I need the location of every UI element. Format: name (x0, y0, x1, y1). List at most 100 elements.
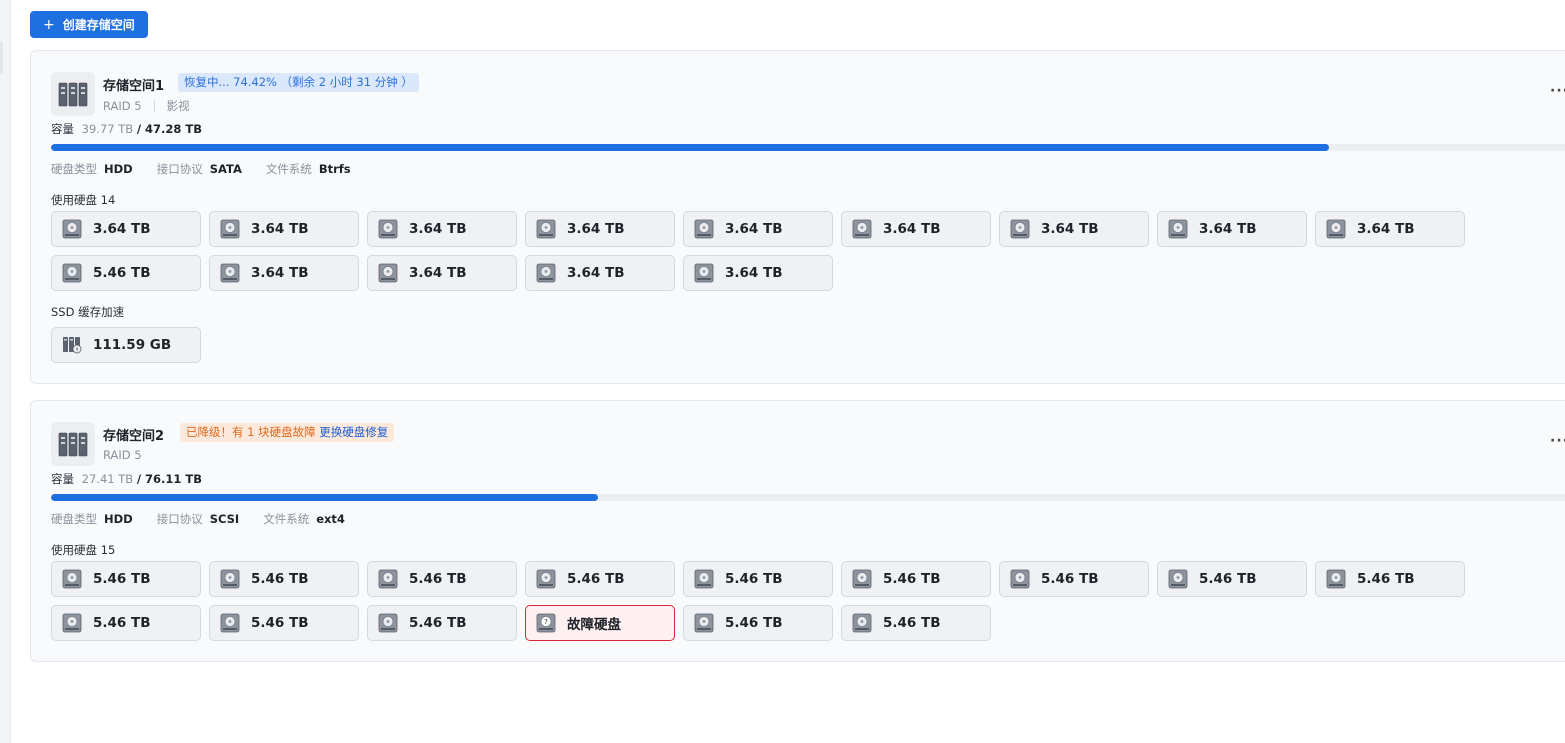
disk-item[interactable]: 5.46 TB (999, 561, 1149, 597)
disk-item[interactable]: 5.46 TB (525, 561, 675, 597)
disk-item[interactable]: 3.64 TB (51, 211, 201, 247)
pool-title: 存储空间1 (103, 79, 165, 94)
capacity-progress-bar (51, 494, 1565, 501)
disk-size-label: 3.64 TB (883, 221, 941, 237)
disk-size-label: 3.64 TB (725, 221, 783, 237)
more-options-button[interactable]: ··· (1550, 84, 1565, 101)
spec-interface: 接口协议 SCSI (157, 511, 240, 527)
svg-text:?: ? (544, 618, 548, 626)
disk-item[interactable]: 5.46 TB (683, 561, 833, 597)
spec-key: 接口协议 (156, 162, 203, 176)
spec-filesystem: 文件系统 ext4 (263, 511, 345, 527)
pool-specs: 硬盘类型 HDD 接口协议 SCSI 文件系统 ext4 (51, 511, 369, 527)
disk-size-label: 3.64 TB (409, 265, 467, 281)
disk-item[interactable]: 5.46 TB (1315, 561, 1465, 597)
hdd-icon (1010, 219, 1030, 239)
disk-item[interactable]: 3.64 TB (841, 211, 991, 247)
disk-item[interactable]: 5.46 TB (367, 605, 517, 641)
disk-size-label: 5.46 TB (725, 571, 783, 587)
pool-meta: RAID 5 影视 (103, 98, 190, 114)
hdd-icon (220, 263, 240, 283)
hdd-icon (1326, 219, 1346, 239)
hdd-icon (62, 613, 82, 633)
hdd-icon (62, 569, 82, 589)
disk-item[interactable]: 5.46 TB (683, 605, 833, 641)
disk-size-label: 5.46 TB (1199, 571, 1257, 587)
disk-item[interactable]: 3.64 TB (525, 255, 675, 291)
plus-icon: + (43, 16, 55, 33)
spec-value: SCSI (209, 512, 240, 526)
hdd-icon (1010, 569, 1030, 589)
degraded-status-text: 已降级！有 1 块硬盘故障 (186, 425, 316, 439)
disk-size-label: 5.46 TB (251, 615, 309, 631)
disk-item[interactable]: 5.46 TB (209, 561, 359, 597)
capacity-progress-bar (51, 144, 1565, 151)
pool-tag: 影视 (166, 99, 190, 113)
capacity-progress-fill (51, 494, 599, 501)
capacity-line: 容量 27.41 TB / 76.11 TB (51, 471, 202, 487)
disk-size-label: 5.46 TB (883, 615, 941, 631)
disk-item[interactable]: 3.64 TB (1157, 211, 1307, 247)
hdd-icon (1168, 569, 1188, 589)
left-sidebar-rail (0, 0, 11, 743)
spec-key: 文件系统 (265, 162, 312, 176)
disk-item[interactable]: 3.64 TB (683, 211, 833, 247)
storage-pool-server-icon (51, 72, 95, 116)
spec-value: Btrfs (318, 162, 351, 176)
disk-item[interactable]: 3.64 TB (209, 255, 359, 291)
disk-item[interactable]: 5.46 TB (51, 605, 201, 641)
spec-value: HDD (104, 512, 133, 526)
disk-item[interactable]: 5.46 TB (51, 561, 201, 597)
unknown-disk-icon: ? (536, 613, 556, 633)
hdd-icon (1168, 219, 1188, 239)
hdd-icon (378, 219, 398, 239)
hdd-icon (536, 263, 556, 283)
disk-size-label: 3.64 TB (567, 221, 625, 237)
hdd-icon (694, 263, 714, 283)
capacity-label: 容量 (51, 122, 74, 136)
disk-item[interactable]: 3.64 TB (1315, 211, 1465, 247)
hdd-icon (62, 219, 82, 239)
disk-item[interactable]: 5.46 TB (209, 605, 359, 641)
disk-size-label: 5.46 TB (409, 571, 467, 587)
fault-disk-item[interactable]: ? 故障硬盘 (525, 605, 675, 641)
disk-size-label: 5.46 TB (93, 571, 151, 587)
spec-filesystem: 文件系统 Btrfs (266, 161, 351, 177)
pool-specs: 硬盘类型 HDD 接口协议 SATA 文件系统 Btrfs (51, 161, 375, 177)
recovery-status-badge: 恢复中... 74.42% （剩余 2 小时 31 分钟 ） (178, 73, 419, 92)
disk-size-label: 3.64 TB (725, 265, 783, 281)
hdd-icon (1326, 569, 1346, 589)
disk-item[interactable]: 3.64 TB (209, 211, 359, 247)
replace-disk-repair-link[interactable]: 更换硬盘修复 (319, 425, 388, 439)
capacity-label: 容量 (51, 472, 74, 486)
disk-item[interactable]: 3.64 TB (999, 211, 1149, 247)
hdd-icon (378, 613, 398, 633)
spec-interface: 接口协议 SATA (157, 161, 242, 177)
hdd-icon (62, 263, 82, 283)
ssd-disk-item[interactable]: 111.59 GB (51, 327, 201, 363)
create-storage-pool-button[interactable]: + 创建存储空间 (30, 11, 148, 38)
disk-item[interactable]: 3.64 TB (683, 255, 833, 291)
disk-item[interactable]: 3.64 TB (525, 211, 675, 247)
ssd-icon (62, 335, 82, 355)
sidebar-handle[interactable] (0, 42, 3, 74)
disk-item[interactable]: 5.46 TB (51, 255, 201, 291)
disk-item[interactable]: 3.64 TB (367, 255, 517, 291)
spec-value: HDD (104, 162, 133, 176)
disk-item[interactable]: 5.46 TB (367, 561, 517, 597)
capacity-used: 27.41 TB (81, 472, 134, 486)
disk-item[interactable]: 5.46 TB (1157, 561, 1307, 597)
more-options-button[interactable]: ··· (1550, 434, 1565, 451)
disk-size-label: 5.46 TB (567, 571, 625, 587)
spec-disk-type: 硬盘类型 HDD (51, 511, 133, 527)
degraded-status-badge: 已降级！有 1 块硬盘故障 更换硬盘修复 (180, 423, 395, 442)
storage-pool-card-1: 存储空间1 恢复中... 74.42% （剩余 2 小时 31 分钟 ） RAI… (30, 50, 1565, 384)
disk-size-label: 5.46 TB (93, 265, 151, 281)
capacity-line: 容量 39.77 TB / 47.28 TB (51, 121, 202, 137)
disk-item[interactable]: 3.64 TB (367, 211, 517, 247)
capacity-used: 39.77 TB (81, 122, 134, 136)
disk-item[interactable]: 5.46 TB (841, 561, 991, 597)
ssd-cache-label: SSD 缓存加速 (51, 305, 125, 319)
disk-item[interactable]: 5.46 TB (841, 605, 991, 641)
disk-size-label: 5.46 TB (1357, 571, 1415, 587)
